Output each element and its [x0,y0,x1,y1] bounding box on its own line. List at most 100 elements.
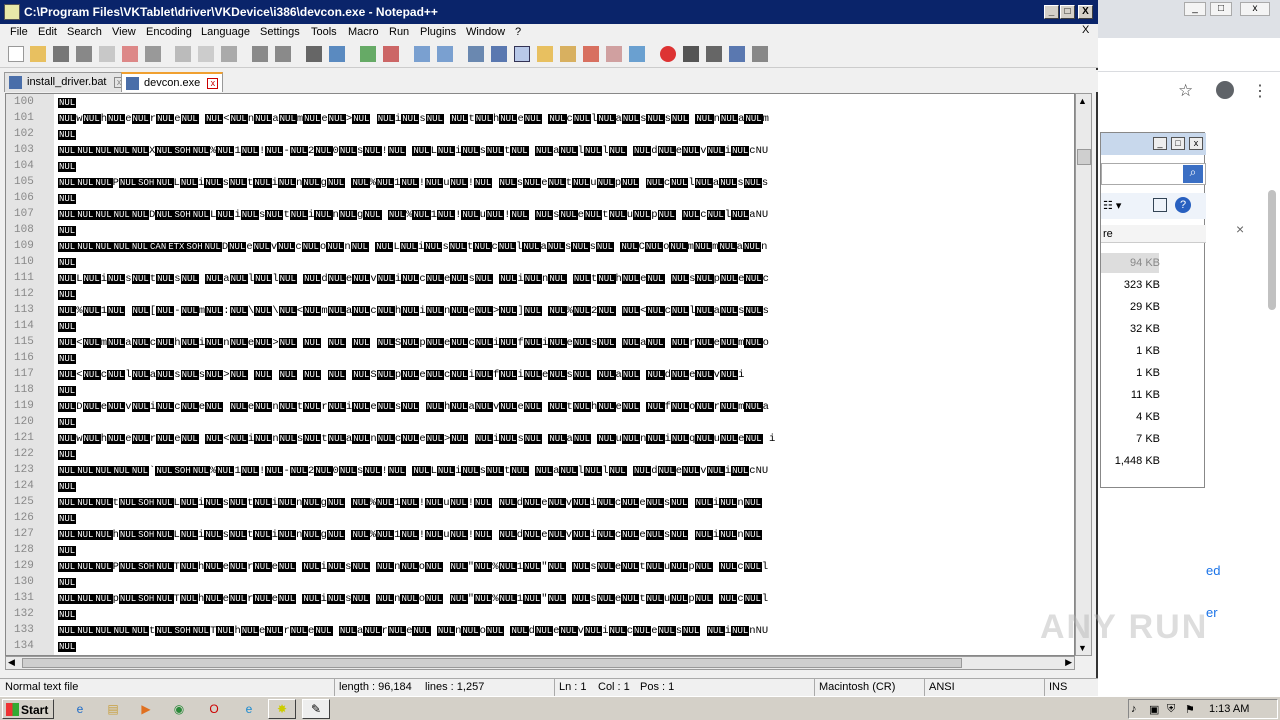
speaker-icon[interactable]: ♪ [1131,703,1137,715]
vktablet-icon[interactable]: ✸ [268,699,296,719]
preview-pane-icon[interactable] [1153,198,1167,212]
browser-minimize-button[interactable]: _ [1184,2,1206,16]
print-icon[interactable] [145,46,161,62]
tab-devcon[interactable]: devcon.exe x [121,72,224,92]
close-icon[interactable]: × [1236,221,1244,237]
code-line[interactable]: NUL [58,384,77,398]
folder-as-workspace-icon[interactable] [606,46,622,62]
code-line[interactable]: NUL [58,512,77,526]
code-line[interactable]: NUL [58,416,77,430]
code-line[interactable]: NUL NUL NUL NUL NUL CAN ETX SOH NULDNULeNULvNULc… [58,240,767,254]
chrome-icon[interactable]: ◉ [165,699,193,719]
code-line[interactable]: NUL [58,192,77,206]
code-line[interactable]: NUL [58,640,77,654]
code-line[interactable]: NUL [58,608,77,622]
show-all-chars-icon[interactable] [491,46,507,62]
menu-tools[interactable]: Tools [311,26,337,38]
find-icon[interactable] [306,46,322,62]
view-options-icon[interactable]: ☷ ▾ [1103,199,1121,212]
undo-icon[interactable] [252,46,268,62]
horizontal-scroll-thumb[interactable] [22,658,962,668]
code-line[interactable]: NUL NUL NULtNUL SOH NULLNULiNULsNULtNULiNULn… [58,496,762,510]
close-file-icon[interactable] [99,46,115,62]
cut-icon[interactable] [175,46,191,62]
start-button[interactable]: Start [2,699,54,719]
save-icon[interactable] [53,46,69,62]
horizontal-scrollbar[interactable]: ◀ ▶ [5,656,1075,670]
code-line[interactable]: NUL NUL NUL NUL NUL`NUL SOH NUL%NUL1NUL!NUL-NU… [58,464,768,478]
sync-horizontal-icon[interactable] [437,46,453,62]
code-line[interactable]: NUL NUL NUL NUL NULDNUL SOH NULLNULiNULsNULtNU… [58,208,768,222]
play-macro-icon[interactable] [706,46,722,62]
menu-search[interactable]: Search [67,26,102,38]
code-line[interactable]: NUL [58,448,77,462]
editor-area[interactable]: 100 101 102 103 104 105 106 107 108 109 110 111 112 1… [5,93,1075,656]
close-button[interactable]: X [1078,5,1093,19]
code-line[interactable]: NUL [58,352,77,366]
code-line[interactable]: NULLNULiNULsNULtNULsNUL NULaNULlNULlNUL … [58,272,769,286]
save-all-icon[interactable] [76,46,92,62]
menu-run[interactable]: Run [389,26,409,38]
code-line[interactable]: NUL [58,288,77,302]
stop-macro-icon[interactable] [683,46,699,62]
code-line[interactable]: NUL [58,96,77,110]
code-line[interactable]: NUL [58,576,77,590]
code-line[interactable]: NUL NUL NUL NUL NULtNUL SOH NULTNULhNULeNULrNU… [58,624,768,638]
explorer-close-button[interactable]: x [1189,137,1203,150]
menu-help[interactable]: ? [515,26,521,38]
code-line[interactable]: NUL [58,128,77,142]
code-line[interactable]: NUL<NULmNULaNULcNULhNULiNULnNULeNUL>NUL … [58,336,769,350]
code-line[interactable]: NULDNULeNULvNULiNULcNULeNUL NULeNULnNULt… [58,400,769,414]
scroll-left-icon[interactable]: ◀ [8,657,15,668]
search-icon[interactable]: ⌕ [1183,165,1203,183]
network-icon[interactable]: ▣ [1149,703,1159,716]
function-list-icon[interactable] [583,46,599,62]
edge-icon[interactable]: e [235,699,263,719]
bookmark-star-icon[interactable]: ☆ [1178,81,1193,101]
lang-define-icon[interactable] [537,46,553,62]
code-line[interactable]: NUL<NULcNULlNULaNULsNULsNUL>NUL NUL NUL … [58,368,744,382]
zoom-out-icon[interactable] [383,46,399,62]
run-macro-multiple-icon[interactable] [729,46,745,62]
code-line[interactable]: NUL NUL NULPNUL SOH NULTNULhNULeNULrNULeNUL … [58,560,768,574]
copy-icon[interactable] [198,46,214,62]
monitoring-icon[interactable] [629,46,645,62]
explorer-maximize-button[interactable]: □ [1171,137,1185,150]
menu-plugins[interactable]: Plugins [420,26,456,38]
menu-macro[interactable]: Macro [348,26,379,38]
browser-menu-icon[interactable]: ⋮ [1252,81,1268,101]
browser-scrollbar-thumb[interactable] [1268,190,1276,310]
code-line[interactable]: NUL%NUL1NUL NUL[NUL-NULmNUL:NUL\NUL\NUL<… [58,304,769,318]
help-icon[interactable]: ? [1175,197,1191,213]
zoom-in-icon[interactable] [360,46,376,62]
profile-avatar-icon[interactable] [1216,81,1234,99]
vertical-scroll-thumb[interactable] [1077,149,1091,165]
flag-icon[interactable]: ⚑ [1185,703,1195,716]
new-file-icon[interactable] [8,46,24,62]
code-line[interactable]: NUL [58,160,77,174]
size-column-header[interactable]: re [1101,225,1206,243]
notepadpp-taskbar-icon[interactable]: ✎ [302,699,330,719]
explorer-minimize-button[interactable]: _ [1153,137,1167,150]
code-line[interactable]: NUL NUL NULpNUL SOH NULTNULhNULeNULrNULeNUL … [58,592,768,606]
browser-close-button[interactable]: x [1240,2,1270,16]
doc-map-icon[interactable] [560,46,576,62]
close-document-button[interactable]: X [1082,24,1089,36]
code-line[interactable]: NUL [58,224,77,238]
menu-language[interactable]: Language [201,26,250,38]
scroll-up-icon[interactable]: ▲ [1078,96,1087,106]
code-line[interactable]: NUL [58,256,77,270]
clock[interactable]: 1:13 AM [1209,703,1249,715]
open-file-icon[interactable] [30,46,46,62]
menu-window[interactable]: Window [466,26,505,38]
menu-settings[interactable]: Settings [260,26,300,38]
sync-vertical-icon[interactable] [414,46,430,62]
code-line[interactable]: NULwNULhNULeNULrNULeNUL NUL<NULiNULnNULs… [58,432,775,446]
save-macro-icon[interactable] [752,46,768,62]
tab-install-driver[interactable]: install_driver.bat x [4,72,130,92]
word-wrap-icon[interactable] [468,46,484,62]
explorer-icon[interactable]: ▤ [99,699,127,719]
code-line[interactable]: NUL NUL NULhNUL SOH NULLNULiNULsNULtNULiNULn… [58,528,762,542]
shield-icon[interactable]: ⛨ [1167,703,1175,716]
replace-icon[interactable] [329,46,345,62]
